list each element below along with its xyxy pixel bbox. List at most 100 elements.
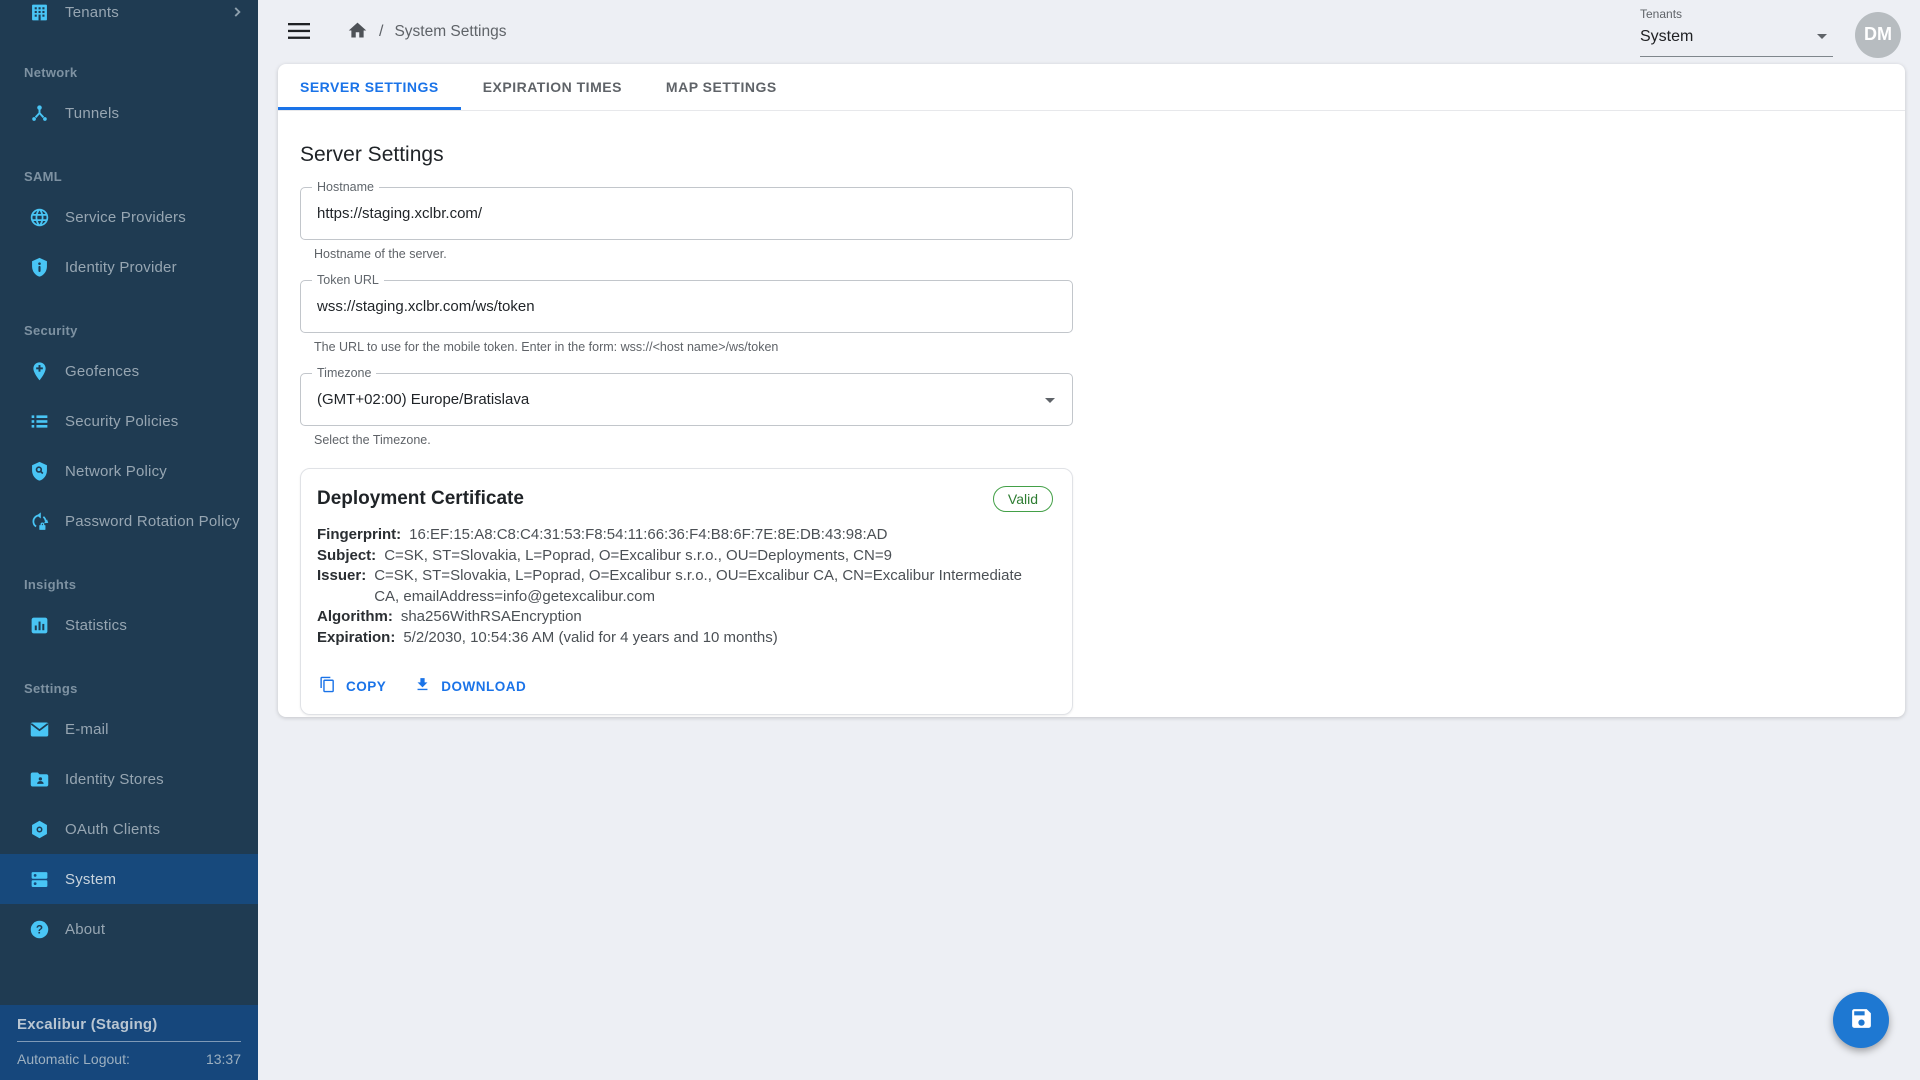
timezone-field-label: Timezone [312, 365, 376, 382]
timezone-select[interactable]: Timezone (GMT+02:00) Europe/Bratislava [300, 373, 1073, 426]
sidebar-item-oauth-clients[interactable]: OAuth Clients [0, 804, 258, 854]
automatic-logout-label: Automatic Logout: [17, 1051, 130, 1067]
certificate-status-badge: Valid [993, 486, 1053, 512]
breadcrumb-home-button[interactable] [347, 20, 368, 44]
sidebar-section-security: Security [0, 316, 258, 346]
sidebar-item-label: Security Policies [65, 413, 178, 430]
tab-server-settings[interactable]: SERVER SETTINGS [278, 64, 461, 110]
token-url-helper-text: The URL to use for the mobile token. Ent… [314, 340, 1883, 355]
save-fab-button[interactable] [1833, 992, 1889, 1048]
token-icon [29, 819, 50, 840]
server-icon [29, 869, 50, 890]
certificate-issuer-row: Issuer: C=SK, ST=Slovakia, L=Poprad, O=E… [317, 566, 1056, 607]
sidebar-nav: Tenants Network Tunnels SAML Service Pro… [0, 0, 258, 1005]
sidebar-item-security-policies[interactable]: Security Policies [0, 396, 258, 446]
timezone-helper-text: Select the Timezone. [314, 433, 1883, 448]
tunnel-nodes-icon [29, 103, 50, 124]
sidebar-item-label: Password Rotation Policy [65, 513, 240, 530]
shield-search-icon [29, 461, 50, 482]
list-icon [29, 411, 50, 432]
hostname-field-label: Hostname [312, 179, 379, 196]
certificate-subject-row: Subject: C=SK, ST=Slovakia, L=Poprad, O=… [317, 546, 1056, 567]
sidebar-section-saml: SAML [0, 162, 258, 192]
sidebar-section-settings: Settings [0, 674, 258, 704]
tenant-select[interactable]: Tenants System [1640, 7, 1833, 57]
sidebar-item-service-providers[interactable]: Service Providers [0, 192, 258, 242]
avatar[interactable]: DM [1855, 12, 1901, 58]
sidebar-item-label: Geofences [65, 363, 139, 380]
automatic-logout-timer: 13:37 [206, 1051, 241, 1067]
page-title: Server Settings [300, 143, 1883, 167]
sidebar-item-label: System [65, 871, 116, 888]
certificate-title: Deployment Certificate [317, 488, 524, 510]
globe-icon [29, 207, 50, 228]
deployment-certificate-card: Deployment Certificate Valid Fingerprint… [300, 468, 1073, 715]
sidebar-item-tenants[interactable]: Tenants [0, 0, 258, 34]
copy-button[interactable]: COPY [319, 676, 386, 696]
sidebar-item-label: Identity Provider [65, 259, 177, 276]
sidebar-item-label: About [65, 921, 105, 938]
sidebar-item-system[interactable]: System [0, 854, 258, 904]
sidebar-item-label: Tenants [65, 4, 119, 21]
tab-expiration-times[interactable]: EXPIRATION TIMES [461, 64, 644, 110]
download-button[interactable]: DOWNLOAD [414, 676, 526, 696]
sidebar-section-insights: Insights [0, 570, 258, 600]
download-icon [414, 676, 431, 696]
svg-text:?: ? [36, 922, 43, 936]
sidebar-section-network: Network [0, 58, 258, 88]
avatar-initials: DM [1864, 24, 1892, 45]
deployment-name: Excalibur (Staging) [17, 1016, 241, 1033]
certificate-algorithm-row: Algorithm: sha256WithRSAEncryption [317, 607, 1056, 628]
copy-icon [319, 676, 336, 696]
token-url-field-group: Token URL wss://staging.xclbr.com/ws/tok… [300, 280, 1883, 355]
folder-user-icon [29, 769, 50, 790]
footer-divider [17, 1041, 241, 1042]
home-icon [347, 20, 368, 44]
certificate-fingerprint-row: Fingerprint: 16:EF:15:A8:C8:C4:31:53:F8:… [317, 525, 1056, 546]
sidebar-item-label: Network Policy [65, 463, 167, 480]
chevron-right-icon [230, 5, 244, 19]
sidebar-item-label: Service Providers [65, 209, 186, 226]
save-icon [1849, 1006, 1874, 1034]
sidebar-item-label: Identity Stores [65, 771, 164, 788]
timezone-field-group: Timezone (GMT+02:00) Europe/Bratislava S… [300, 373, 1883, 448]
sidebar-item-email[interactable]: E-mail [0, 704, 258, 754]
main-content: / System Settings Tenants System DM SERV… [258, 0, 1920, 1080]
hostname-input[interactable]: Hostname https://staging.xclbr.com/ [300, 187, 1073, 240]
sidebar-item-about[interactable]: ? About [0, 904, 258, 954]
map-pin-plus-icon [29, 361, 50, 382]
certificate-expiration-row: Expiration: 5/2/2030, 10:54:36 AM (valid… [317, 628, 1056, 649]
chevron-down-icon [1045, 398, 1055, 403]
token-url-input[interactable]: Token URL wss://staging.xclbr.com/ws/tok… [300, 280, 1073, 333]
menu-toggle-button[interactable] [288, 23, 310, 42]
chevron-down-icon [1817, 34, 1827, 39]
sidebar-item-identity-stores[interactable]: Identity Stores [0, 754, 258, 804]
breadcrumb-separator: / [379, 23, 383, 41]
hostname-field-group: Hostname https://staging.xclbr.com/ Host… [300, 187, 1883, 262]
sidebar: Tenants Network Tunnels SAML Service Pro… [0, 0, 258, 1080]
sidebar-item-tunnels[interactable]: Tunnels [0, 88, 258, 138]
help-icon: ? [29, 919, 50, 940]
sidebar-item-network-policy[interactable]: Network Policy [0, 446, 258, 496]
tenant-select-value: System [1640, 28, 1693, 46]
hostname-helper-text: Hostname of the server. [314, 247, 1883, 262]
sidebar-item-statistics[interactable]: Statistics [0, 600, 258, 650]
bar-chart-icon [29, 615, 50, 636]
topbar: / System Settings Tenants System DM [258, 0, 1920, 64]
sidebar-item-password-rotation-policy[interactable]: Password Rotation Policy [0, 496, 258, 546]
token-url-field-value: wss://staging.xclbr.com/ws/token [301, 281, 1072, 332]
hostname-field-value: https://staging.xclbr.com/ [301, 188, 1072, 239]
tab-bar: SERVER SETTINGS EXPIRATION TIMES MAP SET… [278, 64, 1905, 111]
token-url-field-label: Token URL [312, 272, 384, 289]
settings-card: SERVER SETTINGS EXPIRATION TIMES MAP SET… [278, 64, 1905, 717]
sidebar-item-label: E-mail [65, 721, 109, 738]
sidebar-item-label: Tunnels [65, 105, 119, 122]
shield-info-icon [29, 257, 50, 278]
sidebar-item-geofences[interactable]: Geofences [0, 346, 258, 396]
timezone-field-value: (GMT+02:00) Europe/Bratislava [301, 374, 1072, 425]
sidebar-item-label: Statistics [65, 617, 127, 634]
sidebar-footer: Excalibur (Staging) Automatic Logout: 13… [0, 1005, 258, 1080]
tab-map-settings[interactable]: MAP SETTINGS [644, 64, 799, 110]
sidebar-item-identity-provider[interactable]: Identity Provider [0, 242, 258, 292]
buildings-icon [29, 2, 50, 23]
